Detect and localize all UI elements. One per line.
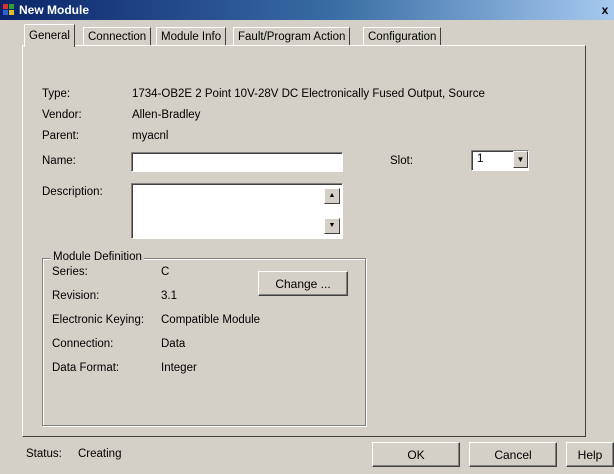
revision-value: 3.1 — [161, 290, 177, 302]
description-label: Description: — [42, 186, 103, 198]
title-bar[interactable]: New Module x — [0, 0, 614, 20]
name-field[interactable] — [131, 152, 343, 172]
electronic-keying-value: Compatible Module — [161, 314, 261, 326]
scroll-up-icon[interactable]: ▲ — [324, 188, 340, 204]
series-label: Series: — [52, 266, 88, 278]
data-format-value: Integer — [161, 362, 197, 374]
data-format-label: Data Format: — [52, 362, 120, 374]
chevron-down-icon[interactable]: ▼ — [513, 151, 528, 168]
tab-configuration[interactable]: Configuration — [363, 27, 442, 46]
change-button[interactable]: Change ... — [258, 271, 348, 296]
description-field[interactable]: ▲ ▼ — [131, 183, 343, 239]
scroll-down-icon[interactable]: ▼ — [324, 218, 340, 234]
vendor-label: Vendor: — [42, 109, 82, 121]
name-input[interactable] — [132, 153, 342, 171]
electronic-keying-label: Electronic Keying: — [52, 314, 145, 326]
parent-value: myacnl — [132, 130, 169, 142]
tab-connection[interactable]: Connection — [83, 27, 152, 46]
type-label: Type: — [42, 88, 71, 100]
cancel-button[interactable]: Cancel — [469, 442, 557, 467]
module-definition-title: Module Definition — [51, 251, 144, 263]
description-textarea[interactable] — [132, 184, 324, 236]
module-app-icon — [3, 4, 15, 16]
connection-value: Data — [161, 338, 186, 350]
vendor-value: Allen-Bradley — [132, 109, 201, 121]
tab-general[interactable]: General — [24, 24, 75, 47]
slot-label: Slot: — [390, 155, 414, 167]
slot-select[interactable]: 1 ▼ — [471, 150, 529, 171]
connection-label: Connection: — [52, 338, 114, 350]
revision-label: Revision: — [52, 290, 100, 302]
status-value: Creating — [78, 448, 122, 460]
close-icon[interactable]: x — [599, 3, 611, 17]
name-label: Name: — [42, 155, 76, 167]
ok-button[interactable]: OK — [372, 442, 460, 467]
help-button[interactable]: Help — [566, 442, 614, 467]
parent-label: Parent: — [42, 130, 80, 142]
slot-value: 1 — [477, 153, 484, 165]
status-label: Status: — [26, 448, 62, 460]
window-title: New Module — [19, 3, 90, 17]
series-value: C — [161, 266, 170, 278]
type-value: 1734-OB2E 2 Point 10V-28V DC Electronica… — [132, 88, 485, 100]
tab-module-info[interactable]: Module Info — [156, 27, 227, 46]
tab-fault-program-action[interactable]: Fault/Program Action — [233, 27, 351, 46]
